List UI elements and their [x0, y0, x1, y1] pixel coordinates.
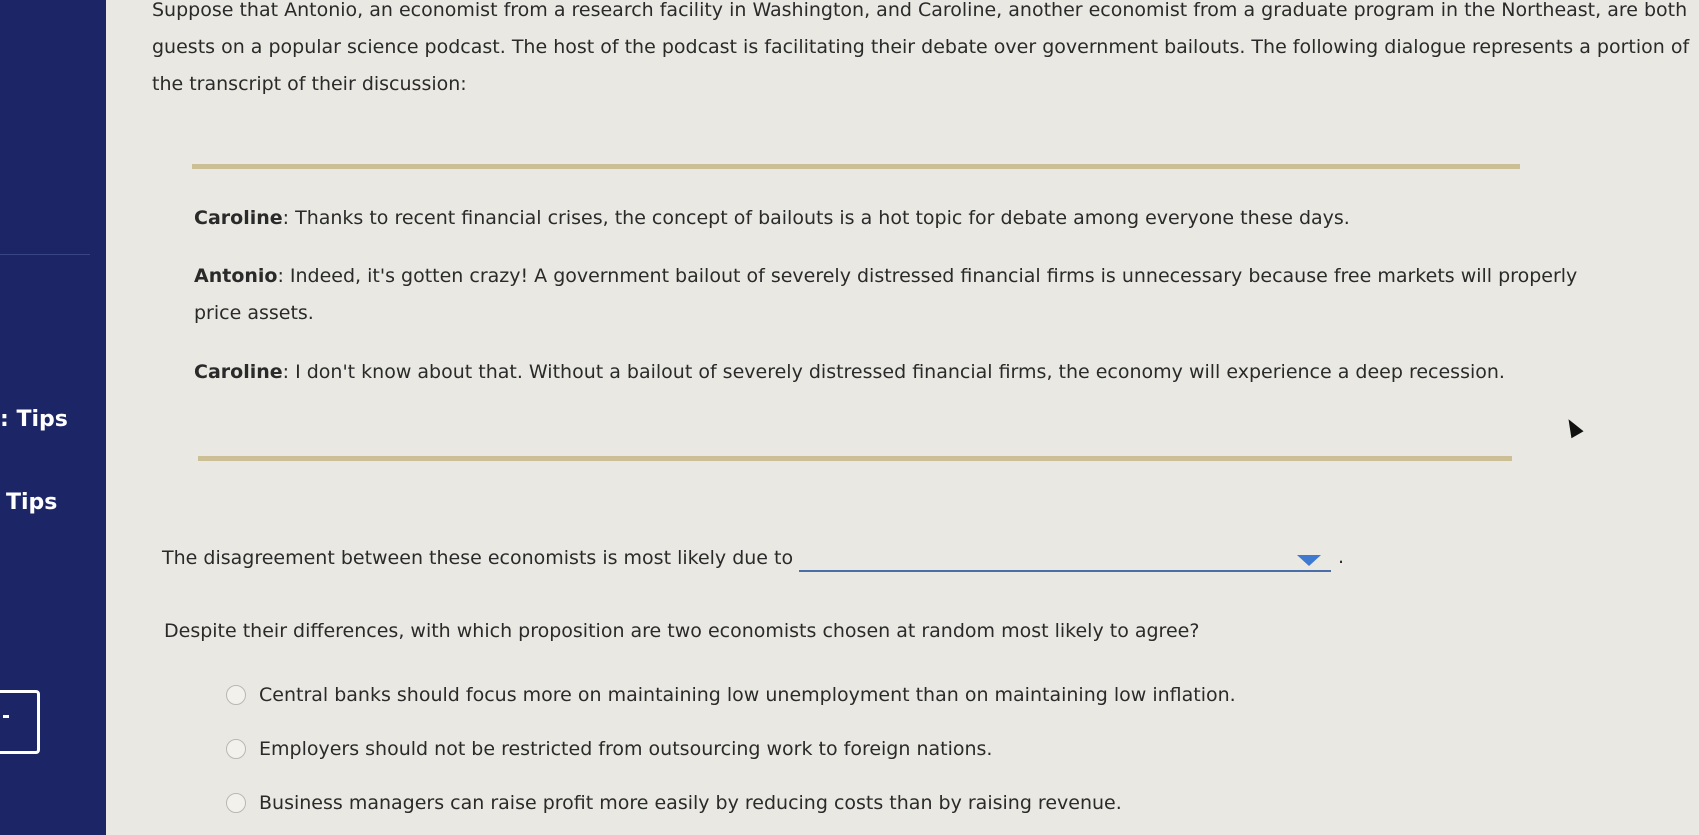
chevron-down-icon [1297, 555, 1321, 566]
mouse-cursor-icon [1562, 415, 1584, 439]
question1-period: . [1338, 546, 1345, 568]
answer-option[interactable]: Business managers can raise profit more … [226, 787, 1122, 819]
intro-paragraph: Suppose that Antonio, an economist from … [152, 0, 1690, 95]
dialogue-text: : Indeed, it's gotten crazy! A governmen… [194, 265, 1578, 324]
answer-option-label: Employers should not be restricted from … [259, 738, 993, 760]
speaker-name: Caroline [194, 207, 283, 229]
dialogue-line: Antonio: Indeed, it's gotten crazy! A go… [194, 258, 1614, 332]
radio-button[interactable] [226, 685, 246, 705]
main-content: Suppose that Antonio, an economist from … [106, 0, 1699, 835]
dialogue-bottom-rule [198, 456, 1512, 461]
answer-option-label: Business managers can raise profit more … [259, 792, 1122, 814]
sidebar-panel-button[interactable] [0, 690, 40, 754]
dialogue-text: : Thanks to recent financial crises, the… [282, 207, 1350, 229]
question1-prompt: The disagreement between these economist… [162, 547, 794, 569]
dialogue-line: Caroline: Thanks to recent financial cri… [194, 200, 1614, 237]
dialogue-top-rule [192, 164, 1520, 169]
speaker-name: Caroline [194, 361, 283, 383]
answer-option-label: Central banks should focus more on maint… [259, 684, 1236, 706]
question2-prompt: Despite their differences, with which pr… [164, 620, 1200, 642]
dialogue-text: : I don't know about that. Without a bai… [282, 361, 1505, 383]
sidebar-divider [0, 254, 90, 255]
sidebar-item-tips[interactable]: Tips [6, 490, 57, 515]
speaker-name: Antonio [194, 265, 278, 287]
radio-button[interactable] [226, 739, 246, 759]
sidebar: : Tips Tips [0, 0, 106, 835]
answer-option[interactable]: Employers should not be restricted from … [226, 733, 992, 765]
answer-option[interactable]: Central banks should focus more on maint… [226, 679, 1236, 711]
disagreement-dropdown[interactable] [799, 548, 1331, 572]
radio-button[interactable] [226, 793, 246, 813]
dialogue-line: Caroline: I don't know about that. Witho… [194, 354, 1614, 391]
sidebar-item-tips-top[interactable]: : Tips [0, 407, 68, 432]
